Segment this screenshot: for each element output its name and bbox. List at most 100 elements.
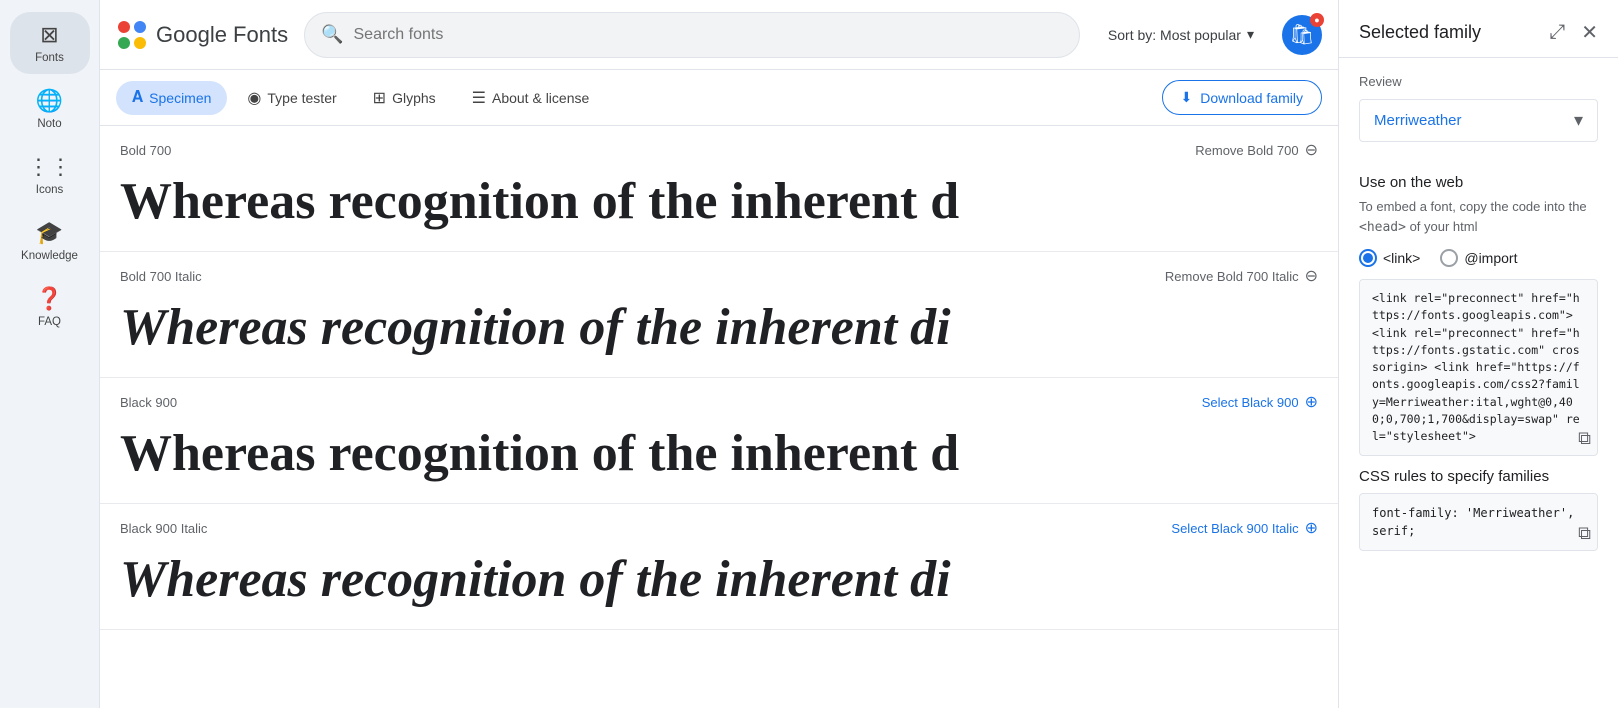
family-name: Merriweather (1374, 112, 1462, 129)
header-icons: ⤢ ✕ (1545, 16, 1602, 49)
fonts-icon: ⊠ (40, 22, 58, 48)
tab-about[interactable]: ☰ About & license (456, 80, 606, 116)
select-black-900-italic-button[interactable]: Select Black 900 Italic ⊕ (1171, 518, 1318, 538)
copy-link-code-button[interactable]: ⧉ (1578, 428, 1591, 449)
topbar: Google Fonts 🔍 Sort by: Most popular ▾ 🛍… (100, 0, 1338, 70)
use-on-web-title: Use on the web (1359, 174, 1598, 191)
select-black-900-button[interactable]: Select Black 900 ⊕ (1202, 392, 1318, 412)
main-area: Google Fonts 🔍 Sort by: Most popular ▾ 🛍… (100, 0, 1338, 708)
select-black-900-italic-label: Select Black 900 Italic (1171, 521, 1298, 536)
panel-title: Selected family (1359, 22, 1481, 43)
font-entry-black-900-italic: Black 900 Italic Select Black 900 Italic… (100, 504, 1338, 630)
font-entry-bold-700: Bold 700 Remove Bold 700 ⊖ Whereas recog… (100, 126, 1338, 252)
sidebar-item-knowledge[interactable]: 🎓 Knowledge (10, 210, 90, 272)
right-panel: Selected family ⤢ ✕ Review Merriweather … (1338, 0, 1618, 708)
logo-area: Google Fonts (116, 19, 288, 51)
font-entry-black-900: Black 900 Select Black 900 ⊕ Whereas rec… (100, 378, 1338, 504)
sidebar: ⊠ Fonts 🌐 Noto ⋮⋮ Icons 🎓 Knowledge ❓ FA… (0, 0, 100, 708)
specimen-icon: 𝐀 (132, 89, 143, 107)
font-preview-black-900: Whereas recognition of the inherent d (100, 416, 1338, 503)
sidebar-item-icons[interactable]: ⋮⋮ Icons (10, 144, 90, 206)
search-bar[interactable]: 🔍 (304, 12, 1080, 58)
remove-bold-700-button[interactable]: Remove Bold 700 ⊖ (1195, 140, 1318, 160)
radio-import[interactable]: @import (1440, 249, 1517, 267)
sidebar-item-label: Knowledge (21, 250, 78, 262)
remove-bold-700-label: Remove Bold 700 (1195, 143, 1298, 158)
sidebar-item-label: Fonts (35, 52, 64, 64)
share-button[interactable]: ⤢ (1545, 17, 1569, 48)
font-entry-header: Bold 700 Remove Bold 700 ⊖ (100, 126, 1338, 164)
review-section: Review Merriweather ▾ (1339, 58, 1618, 158)
tab-type-tester-label: Type tester (267, 90, 336, 106)
font-style-label: Bold 700 (120, 143, 171, 158)
share-icon: ⤢ (1549, 21, 1565, 43)
search-icon: 🔍 (321, 24, 343, 45)
sort-label: Sort by: Most popular (1108, 27, 1241, 43)
sort-chevron-icon: ▾ (1247, 26, 1254, 43)
remove-icon: ⊖ (1305, 140, 1318, 160)
css-code-box: font-family: 'Merriweather', serif; ⧉ (1359, 493, 1598, 551)
radio-import-circle (1440, 249, 1458, 267)
cart-badge: ● (1310, 13, 1324, 27)
sidebar-item-label: Noto (37, 118, 61, 130)
sidebar-item-faq[interactable]: ❓ FAQ (10, 276, 90, 338)
add-icon: ⊕ (1305, 518, 1318, 538)
font-entry-header: Black 900 Italic Select Black 900 Italic… (100, 504, 1338, 542)
embed-radio-group: <link> @import (1359, 249, 1598, 267)
cart-icon: 🛍 (1289, 22, 1314, 47)
panel-header: Selected family ⤢ ✕ (1339, 0, 1618, 58)
review-label: Review (1359, 74, 1598, 89)
tab-type-tester[interactable]: ◉ Type tester (231, 80, 352, 116)
font-entry-bold-700-italic: Bold 700 Italic Remove Bold 700 Italic ⊖… (100, 252, 1338, 378)
sidebar-item-fonts[interactable]: ⊠ Fonts (10, 12, 90, 74)
sidebar-item-label: Icons (36, 184, 64, 196)
glyphs-icon: ⊞ (373, 88, 386, 108)
use-on-web-section: Use on the web To embed a font, copy the… (1339, 158, 1618, 567)
tab-specimen-label: Specimen (149, 90, 211, 106)
add-icon: ⊕ (1305, 392, 1318, 412)
download-family-button[interactable]: ⬇ Download family (1162, 80, 1322, 115)
noto-icon: 🌐 (36, 88, 63, 114)
font-list: Bold 700 Remove Bold 700 ⊖ Whereas recog… (100, 126, 1338, 708)
remove-bold-700-italic-button[interactable]: Remove Bold 700 Italic ⊖ (1165, 266, 1318, 286)
select-black-900-label: Select Black 900 (1202, 395, 1299, 410)
font-preview-bold-700-italic: Whereas recognition of the inherent di (100, 290, 1338, 377)
download-btn-label: Download family (1200, 90, 1303, 106)
font-style-label: Black 900 Italic (120, 521, 207, 536)
chevron-down-icon: ▾ (1574, 110, 1583, 131)
radio-import-label: @import (1464, 250, 1517, 266)
embed-description: To embed a font, copy the code into the … (1359, 197, 1598, 237)
font-preview-black-900-italic: Whereas recognition of the inherent di (100, 542, 1338, 629)
sidebar-item-noto[interactable]: 🌐 Noto (10, 78, 90, 140)
radio-link[interactable]: <link> (1359, 249, 1420, 267)
sub-nav: 𝐀 Specimen ◉ Type tester ⊞ Glyphs ☰ Abou… (100, 70, 1338, 126)
about-icon: ☰ (472, 88, 486, 108)
icons-icon: ⋮⋮ (28, 154, 72, 180)
google-logo-icon (116, 19, 148, 51)
css-code: font-family: 'Merriweather', serif; (1372, 506, 1574, 538)
css-rules-title: CSS rules to specify families (1359, 468, 1598, 485)
font-style-label: Black 900 (120, 395, 177, 410)
search-input[interactable] (354, 26, 1063, 44)
copy-css-code-button[interactable]: ⧉ (1578, 523, 1591, 544)
app-name: Google Fonts (156, 22, 288, 48)
font-entry-header: Black 900 Select Black 900 ⊕ (100, 378, 1338, 416)
type-tester-icon: ◉ (247, 88, 261, 108)
font-preview-bold-700: Whereas recognition of the inherent d (100, 164, 1338, 251)
link-code: <link rel="preconnect" href="https://fon… (1372, 291, 1580, 443)
tab-glyphs-label: Glyphs (392, 90, 436, 106)
remove-icon: ⊖ (1305, 266, 1318, 286)
family-selector[interactable]: Merriweather ▾ (1359, 99, 1598, 142)
radio-link-circle (1359, 249, 1377, 267)
tab-glyphs[interactable]: ⊞ Glyphs (357, 80, 452, 116)
font-entry-header: Bold 700 Italic Remove Bold 700 Italic ⊖ (100, 252, 1338, 290)
sidebar-item-label: FAQ (38, 316, 61, 328)
tab-specimen[interactable]: 𝐀 Specimen (116, 81, 227, 115)
remove-bold-700-italic-label: Remove Bold 700 Italic (1165, 269, 1299, 284)
download-icon: ⬇ (1181, 89, 1193, 106)
close-button[interactable]: ✕ (1577, 16, 1602, 49)
cart-button[interactable]: 🛍 ● (1282, 15, 1322, 55)
knowledge-icon: 🎓 (36, 220, 63, 246)
sort-dropdown[interactable]: Sort by: Most popular ▾ (1096, 18, 1266, 51)
close-icon: ✕ (1581, 22, 1598, 44)
